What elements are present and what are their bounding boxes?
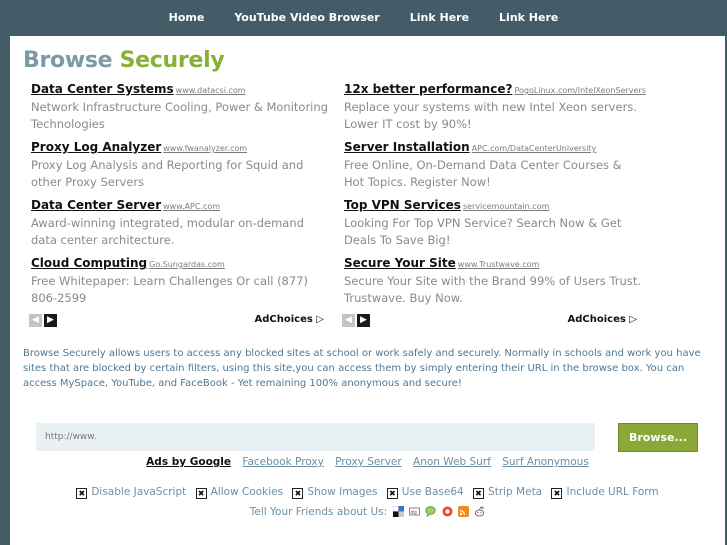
- ad-nav-left: ◀ ▶ AdChoices ▷: [29, 314, 324, 328]
- use-base64-checkbox[interactable]: ✖: [386, 488, 398, 499]
- ad-description: Looking For Top VPN Service? Search Now …: [344, 216, 622, 247]
- ad-description: Network Infrastructure Cooling, Power & …: [31, 100, 328, 131]
- option-disable-javascript: ✖ Disable JavaScript: [76, 486, 187, 499]
- adchoices-icon: ▷: [629, 314, 637, 325]
- next-arrow-icon[interactable]: ▶: [44, 314, 57, 327]
- include-url-form-checkbox[interactable]: ✖: [551, 488, 563, 499]
- link-surf-anonymous[interactable]: Surf Anonymous: [502, 456, 589, 468]
- main-panel: Browse Securely Data Center Systems www.d…: [10, 36, 725, 545]
- option-show-images: ✖ Show Images: [292, 486, 378, 499]
- reddit-icon[interactable]: [474, 506, 485, 517]
- prev-arrow-icon[interactable]: ◀: [342, 314, 355, 327]
- ad-url-link[interactable]: www.datacsi.com: [176, 86, 246, 95]
- ad-unit: Data Center Systems www.datacsi.com Netwo…: [31, 80, 331, 138]
- disable-javascript-checkbox[interactable]: ✖: [76, 488, 88, 499]
- option-strip-meta: ✖ Strip Meta: [473, 486, 543, 499]
- ad-description: Proxy Log Analysis and Reporting for Squ…: [31, 158, 304, 189]
- related-links: Ads by Google Facebook Proxy Proxy Serve…: [10, 456, 725, 468]
- ad-url-link[interactable]: servicemountain.com: [463, 202, 549, 211]
- browse-button[interactable]: Browse...: [618, 423, 698, 452]
- delicious-icon[interactable]: [392, 506, 404, 517]
- prev-arrow-icon[interactable]: ◀: [29, 314, 42, 327]
- ad-unit: Proxy Log Analyzer www.fwanalyzer.com Pro…: [31, 138, 331, 196]
- ad-description: Secure Your Site with the Brand 99% of U…: [344, 274, 641, 305]
- ad-description: Replace your systems with new Intel Xeon…: [344, 100, 637, 131]
- ad-url-link[interactable]: Go.Sungardas.com: [149, 260, 225, 269]
- option-label: Allow Cookies: [210, 486, 284, 498]
- ads-by-google-link[interactable]: Ads by Google: [146, 456, 231, 468]
- site-description: Browse Securely allows users to access a…: [23, 348, 701, 389]
- ad-title-link[interactable]: Secure Your Site: [344, 256, 456, 270]
- ad-nav-right: ◀ ▶ AdChoices ▷: [342, 314, 637, 328]
- option-label: Include URL Form: [566, 486, 659, 498]
- option-label: Strip Meta: [488, 486, 543, 498]
- option-label: Disable JavaScript: [91, 486, 187, 498]
- ad-column-right: 12x better performance? PogoLinux.com/Int…: [344, 80, 646, 312]
- ad-title-link[interactable]: Server Installation: [344, 140, 470, 154]
- show-images-checkbox[interactable]: ✖: [292, 488, 304, 499]
- page-title: Browse Securely: [23, 48, 225, 73]
- allow-cookies-checkbox[interactable]: ✖: [195, 488, 207, 499]
- share-row: Tell Your Friends about Us: dg: [10, 506, 725, 518]
- ad-unit: Server Installation APC.com/DataCenterUni…: [344, 138, 644, 196]
- option-label: Show Images: [307, 486, 378, 498]
- ad-unit: Data Center Server www.APC.com Award-winn…: [31, 196, 331, 254]
- option-allow-cookies: ✖ Allow Cookies: [195, 486, 284, 499]
- ad-url-link[interactable]: www.Trustwave.com: [458, 260, 540, 269]
- adchoices-icon: ▷: [316, 314, 324, 325]
- link-proxy-server[interactable]: Proxy Server: [335, 456, 402, 468]
- stumbleupon-icon[interactable]: [442, 506, 453, 517]
- ad-url-link[interactable]: www.fwanalyzer.com: [163, 144, 247, 153]
- strip-meta-checkbox[interactable]: ✖: [473, 488, 485, 499]
- nav-link-here-2[interactable]: Link Here: [499, 11, 558, 24]
- adchoices-link[interactable]: AdChoices ▷: [567, 314, 637, 325]
- ad-url-link[interactable]: PogoLinux.com/IntelXeonServers: [514, 86, 645, 95]
- option-use-base64: ✖ Use Base64: [386, 486, 464, 499]
- ad-unit: Cloud Computing Go.Sungardas.com Free Whi…: [31, 254, 331, 312]
- title-word-securely: Securely: [119, 48, 225, 73]
- top-nav: Home YouTube Video Browser Link Here Lin…: [0, 0, 727, 34]
- option-label: Use Base64: [401, 486, 464, 498]
- options-row: ✖ Disable JavaScript ✖ Allow Cookies ✖ Show…: [10, 486, 725, 499]
- nav-youtube-video-browser[interactable]: YouTube Video Browser: [234, 11, 379, 24]
- option-include-url-form: ✖ Include URL Form: [551, 486, 659, 499]
- next-arrow-icon[interactable]: ▶: [357, 314, 370, 327]
- svg-text:dg: dg: [410, 510, 416, 516]
- share-label: Tell Your Friends about Us:: [249, 506, 388, 518]
- ad-description: Award-winning integrated, modular on-dem…: [31, 216, 304, 247]
- adchoices-link[interactable]: AdChoices ▷: [254, 314, 324, 325]
- ad-title-link[interactable]: Cloud Computing: [31, 256, 147, 270]
- ad-url-link[interactable]: www.APC.com: [163, 202, 220, 211]
- ad-unit: Top VPN Services servicemountain.com Look…: [344, 196, 644, 254]
- url-input[interactable]: [36, 423, 595, 451]
- ad-title-link[interactable]: Proxy Log Analyzer: [31, 140, 161, 154]
- ad-title-link[interactable]: Top VPN Services: [344, 198, 461, 212]
- nav-home[interactable]: Home: [169, 11, 205, 24]
- feed-icon[interactable]: [457, 506, 469, 517]
- ad-column-left: Data Center Systems www.datacsi.com Netwo…: [31, 80, 331, 312]
- speech-bubble-icon[interactable]: [425, 506, 436, 517]
- link-anon-web-surf[interactable]: Anon Web Surf: [413, 456, 491, 468]
- title-word-browse: Browse: [23, 48, 113, 73]
- adchoices-label: AdChoices: [254, 314, 313, 325]
- ad-title-link[interactable]: Data Center Server: [31, 198, 161, 212]
- adchoices-label: AdChoices: [567, 314, 626, 325]
- ad-unit: 12x better performance? PogoLinux.com/Int…: [344, 80, 646, 138]
- ad-unit: Secure Your Site www.Trustwave.com Secure…: [344, 254, 644, 312]
- ad-title-link[interactable]: Data Center Systems: [31, 82, 174, 96]
- nav-link-here-1[interactable]: Link Here: [410, 11, 469, 24]
- ad-title-link[interactable]: 12x better performance?: [344, 82, 512, 96]
- link-facebook-proxy[interactable]: Facebook Proxy: [242, 456, 323, 468]
- ad-description: Free Online, On-Demand Data Center Cours…: [344, 158, 622, 189]
- digg-icon[interactable]: dg: [408, 506, 420, 517]
- ad-description: Free Whitepaper: Learn Challenges Or cal…: [31, 274, 308, 305]
- ad-url-link[interactable]: APC.com/DataCenterUniversity: [472, 144, 597, 153]
